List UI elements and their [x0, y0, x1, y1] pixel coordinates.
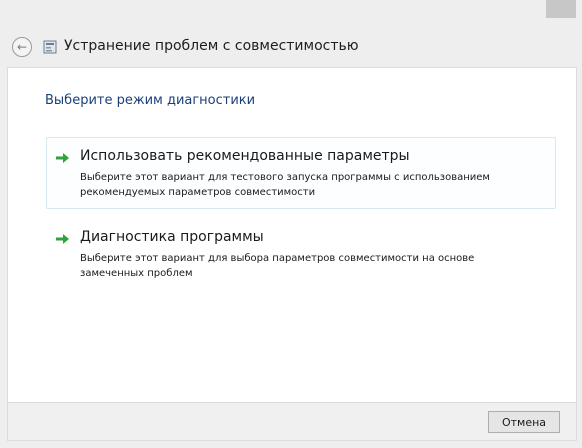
option-title: Использовать рекомендованные параметры: [80, 148, 410, 164]
page-heading: Выберите режим диагностики: [45, 93, 256, 108]
close-button[interactable]: [546, 0, 576, 18]
cancel-button[interactable]: Отмена: [488, 411, 560, 433]
option-recommended-settings[interactable]: Использовать рекомендованные параметры В…: [46, 137, 556, 209]
option-description: Выберите этот вариант для тестового запу…: [80, 172, 490, 198]
footer-bar: Отмена: [7, 403, 577, 441]
troubleshooter-window: ← Устранение проблем с совместимостью Вы…: [0, 0, 582, 448]
option-troubleshoot-program[interactable]: Диагностика программы Выберите этот вари…: [46, 218, 556, 286]
title-bar: ← Устранение проблем с совместимостью: [0, 30, 582, 64]
green-arrow-icon: [56, 153, 69, 163]
back-arrow-icon: ←: [16, 40, 28, 54]
option-description: Выберите этот вариант для выбора парамет…: [80, 253, 475, 279]
option-title: Диагностика программы: [80, 229, 264, 245]
back-button[interactable]: ←: [12, 37, 32, 57]
content-panel: Выберите режим диагностики Использовать …: [7, 67, 577, 403]
green-arrow-icon: [56, 234, 69, 244]
window-title: Устранение проблем с совместимостью: [64, 38, 359, 54]
troubleshooter-icon: [43, 40, 57, 54]
